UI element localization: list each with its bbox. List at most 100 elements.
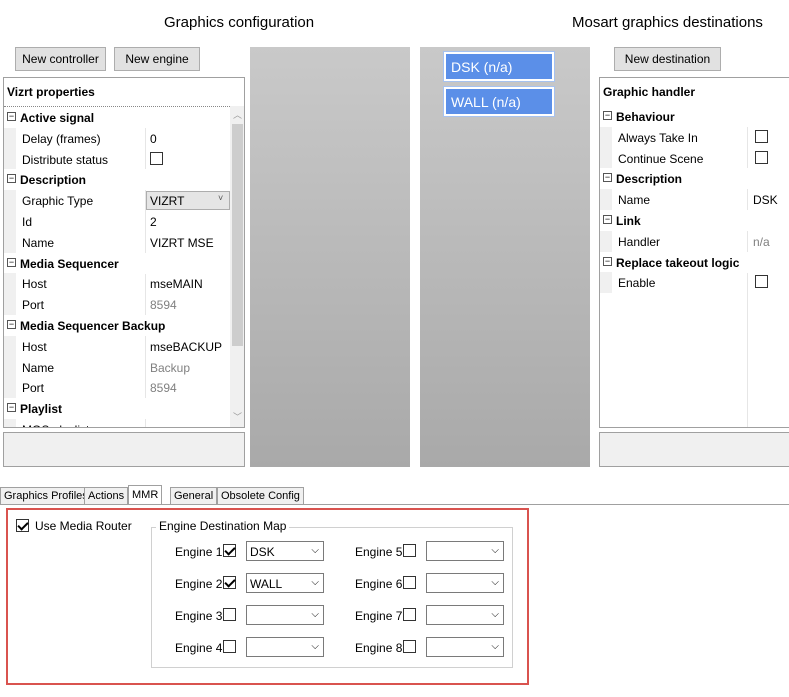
engine-5-checkbox[interactable] (403, 544, 416, 557)
new-destination-button[interactable]: New destination (614, 47, 721, 71)
handler-property-continue-scene[interactable]: Continue Scene (600, 147, 789, 169)
engine-2-checkbox[interactable] (223, 576, 236, 589)
handler-property-always-take-in[interactable]: Always Take In (600, 126, 789, 148)
engine-2-select[interactable]: WALL ⌵ (246, 573, 324, 593)
engine-6-select[interactable]: ⌵ (426, 573, 504, 593)
engine-8-select[interactable]: ⌵ (426, 637, 504, 657)
collapse-icon[interactable]: − (7, 112, 16, 121)
vizrt-scrollbar[interactable]: ︿ ﹀ (230, 106, 244, 427)
vizrt-category-description[interactable]: − Description (4, 169, 230, 191)
collapse-icon[interactable]: − (603, 256, 612, 266)
chevron-down-icon: ⌵ (491, 577, 499, 588)
destination-wall[interactable]: WALL (n/a) (443, 86, 555, 117)
handler-category-replace-takeout-logic[interactable]: − Replace takeout logic (600, 251, 789, 273)
scroll-down-icon[interactable]: ﹀ (233, 410, 242, 423)
engine-6-checkbox[interactable] (403, 576, 416, 589)
vizrt-property-delay-frames[interactable]: Delay (frames) 0 (4, 127, 230, 149)
chevron-down-icon[interactable]: ˅ (218, 193, 223, 203)
engine-list-area[interactable] (250, 47, 410, 467)
handler-category-label: Link (616, 214, 641, 228)
vizrt-property-name: Name (22, 235, 55, 250)
vizrt-row-gutter (4, 211, 16, 232)
engine-3-checkbox[interactable] (223, 608, 236, 621)
vizrt-row-gutter (4, 273, 16, 295)
handler-row-gutter (600, 189, 612, 211)
handler-property-name[interactable]: Name DSK (600, 189, 789, 211)
vizrt-property-value[interactable]: 8594 (150, 381, 177, 395)
vizrt-property-graphic-type[interactable]: Graphic Type VIZRT ˅ (4, 190, 230, 212)
vizrt-property-value[interactable]: 0 (150, 132, 157, 146)
engine-3-select[interactable]: ⌵ (246, 605, 324, 625)
collapse-icon[interactable]: − (7, 257, 16, 267)
vizrt-property-name[interactable]: Name Backup (4, 356, 230, 378)
use-media-router-checkbox[interactable] (16, 519, 29, 532)
vizrt-category-label: Description (20, 173, 87, 188)
tab-mmr[interactable]: MMR (128, 485, 163, 505)
tab-graphics-profiles[interactable]: Graphics Profiles (0, 487, 92, 504)
tab-strip: Graphics Profiles Actions MMR General Ob… (0, 485, 789, 505)
vizrt-row-gutter (4, 377, 16, 399)
vizrt-property-id[interactable]: Id 2 (4, 211, 230, 232)
scroll-up-icon[interactable]: ︿ (233, 108, 242, 121)
handler-property-enable[interactable]: Enable (600, 272, 789, 294)
vizrt-property-host[interactable]: Host mseMAIN (4, 273, 230, 295)
tab-actions[interactable]: Actions (84, 487, 129, 504)
vizrt-category-active-signal[interactable]: − Active signal (4, 107, 230, 128)
collapse-icon[interactable]: − (7, 320, 16, 329)
vizrt-property-value[interactable]: 2 (150, 215, 157, 229)
engine-6-label: Engine 6 (355, 577, 403, 591)
vizrt-property-value[interactable]: Backup (150, 361, 190, 375)
graphics-configuration-heading: Graphics configuration (164, 14, 315, 31)
vizrt-category-media-sequencer-backup[interactable]: − Media Sequencer Backup (4, 315, 230, 336)
handler-always-take-in-checkbox[interactable] (755, 129, 768, 143)
collapse-icon[interactable]: − (603, 111, 612, 120)
handler-property-handler[interactable]: Handler n/a (600, 230, 789, 252)
vizrt-property-value[interactable]: 8594 (150, 298, 177, 312)
vizrt-property-mos-playlist[interactable]: MOS playlist (4, 419, 230, 427)
vizrt-property-name[interactable]: Name VIZRT MSE (4, 231, 230, 253)
handler-category-link[interactable]: − Link (600, 210, 789, 231)
engine-4-select[interactable]: ⌵ (246, 637, 324, 657)
handler-property-value[interactable]: n/a (753, 235, 770, 249)
collapse-icon[interactable]: − (603, 173, 612, 183)
destination-dsk[interactable]: DSK (n/a) (443, 51, 555, 82)
vizrt-property-name: Name (22, 360, 55, 375)
handler-category-description[interactable]: − Description (600, 168, 789, 190)
engine-4-checkbox[interactable] (223, 640, 236, 653)
engine-7-select[interactable]: ⌵ (426, 605, 504, 625)
handler-property-name: Continue Scene (618, 151, 704, 166)
handler-category-behaviour[interactable]: − Behaviour (600, 106, 789, 127)
engine-1-checkbox[interactable] (223, 544, 236, 557)
vizrt-category-label: Playlist (20, 402, 63, 417)
vizrt-property-host[interactable]: Host mseBACKUP (4, 335, 230, 357)
vizrt-property-port[interactable]: Port 8594 (4, 377, 230, 399)
engine-5-select[interactable]: ⌵ (426, 541, 504, 561)
vizrt-property-value[interactable]: mseBACKUP (150, 340, 222, 354)
vizrt-category-media-sequencer[interactable]: − Media Sequencer (4, 252, 230, 274)
vizrt-category-playlist[interactable]: − Playlist (4, 398, 230, 420)
vizrt-property-distribute-status[interactable]: Distribute status (4, 148, 230, 170)
vizrt-property-value[interactable]: mseMAIN (150, 277, 203, 291)
collapse-icon[interactable]: − (7, 174, 16, 184)
vizrt-distribute-status-checkbox[interactable] (150, 151, 163, 165)
tab-obsolete-config[interactable]: Obsolete Config (217, 487, 304, 504)
tab-general[interactable]: General (170, 487, 218, 504)
collapse-icon[interactable]: − (603, 215, 612, 224)
vizrt-property-value[interactable]: VIZRT (150, 194, 184, 208)
handler-enable-checkbox[interactable] (755, 275, 768, 289)
new-engine-button[interactable]: New engine (114, 47, 200, 71)
engine-7-checkbox[interactable] (403, 608, 416, 621)
handler-property-value[interactable]: DSK (753, 193, 778, 207)
engine-8-checkbox[interactable] (403, 640, 416, 653)
vizrt-property-value[interactable]: VIZRT MSE (150, 236, 214, 250)
new-controller-button[interactable]: New controller (15, 47, 106, 71)
vizrt-property-grid[interactable]: − Active signal Delay (frames) 0 Distribute … (4, 106, 230, 427)
collapse-icon[interactable]: − (7, 403, 16, 413)
vizrt-property-port[interactable]: Port 8594 (4, 294, 230, 316)
graphic-handler-panel: Graphic handler − Behaviour Always Take In… (599, 77, 789, 428)
chevron-down-icon: ⌵ (311, 577, 319, 588)
engine-1-select[interactable]: DSK ⌵ (246, 541, 324, 561)
handler-continue-scene-checkbox[interactable] (755, 150, 768, 164)
vizrt-scrollbar-thumb[interactable] (232, 124, 243, 346)
handler-property-grid[interactable]: − Behaviour Always Take In Continue Scene − D… (600, 106, 789, 427)
